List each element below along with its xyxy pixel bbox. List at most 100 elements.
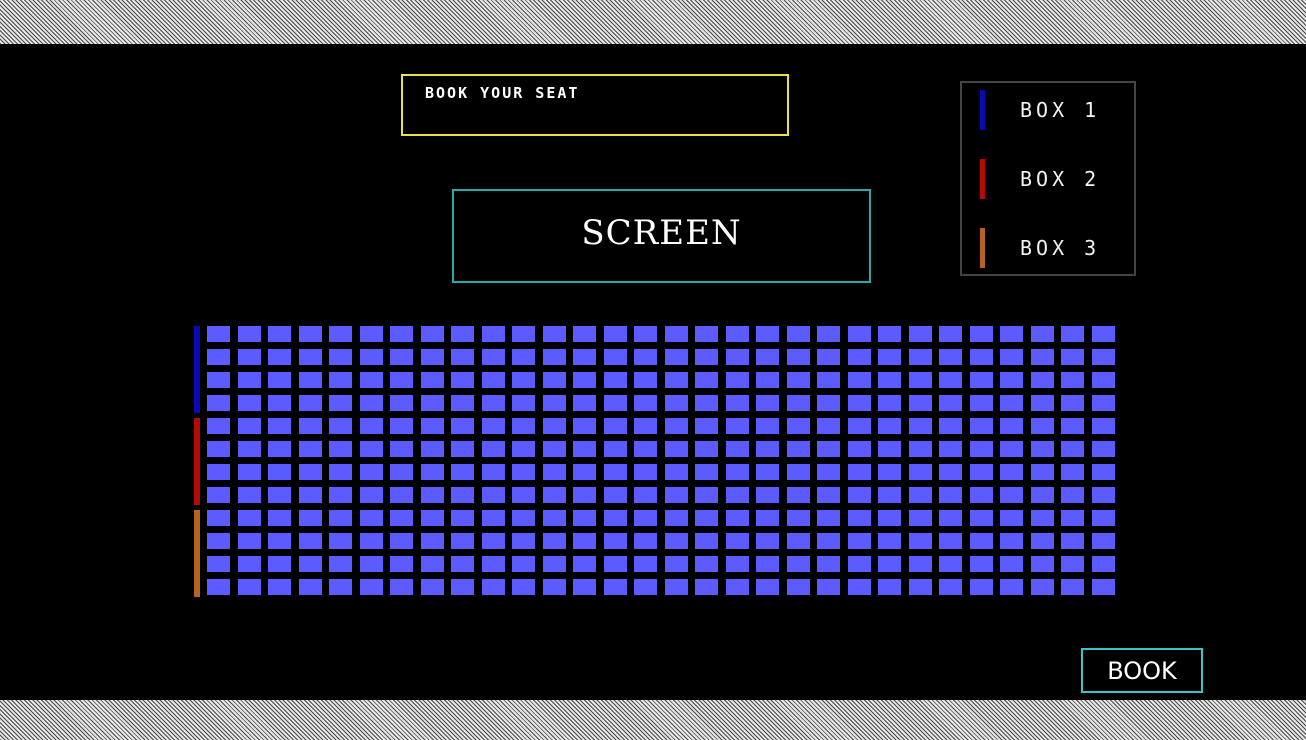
seat[interactable] — [970, 510, 993, 526]
seat[interactable] — [573, 533, 596, 549]
seat[interactable] — [665, 464, 688, 480]
seat[interactable] — [848, 510, 871, 526]
seat[interactable] — [1031, 556, 1054, 572]
seat[interactable] — [268, 464, 291, 480]
seat[interactable] — [512, 395, 535, 411]
seat[interactable] — [543, 326, 566, 342]
seat[interactable] — [207, 372, 230, 388]
seat[interactable] — [268, 556, 291, 572]
seat[interactable] — [573, 372, 596, 388]
seat[interactable] — [665, 487, 688, 503]
seat[interactable] — [604, 441, 627, 457]
seat[interactable] — [787, 372, 810, 388]
seat[interactable] — [1092, 349, 1115, 365]
seat[interactable] — [939, 372, 962, 388]
seat[interactable] — [482, 441, 505, 457]
seat[interactable] — [787, 418, 810, 434]
seat[interactable] — [390, 395, 413, 411]
seat[interactable] — [665, 395, 688, 411]
seat[interactable] — [451, 372, 474, 388]
seat[interactable] — [207, 326, 230, 342]
seat[interactable] — [848, 556, 871, 572]
seat[interactable] — [1031, 441, 1054, 457]
seat[interactable] — [329, 579, 352, 595]
seat[interactable] — [909, 395, 932, 411]
seat[interactable] — [238, 395, 261, 411]
seat[interactable] — [878, 579, 901, 595]
seat[interactable] — [970, 441, 993, 457]
seat[interactable] — [512, 418, 535, 434]
seat[interactable] — [482, 533, 505, 549]
seat[interactable] — [512, 441, 535, 457]
seat[interactable] — [756, 349, 779, 365]
seat[interactable] — [878, 349, 901, 365]
seat[interactable] — [756, 418, 779, 434]
seat[interactable] — [299, 556, 322, 572]
seat[interactable] — [451, 510, 474, 526]
seat[interactable] — [970, 326, 993, 342]
seat[interactable] — [878, 372, 901, 388]
seat[interactable] — [726, 418, 749, 434]
seat[interactable] — [695, 464, 718, 480]
seat[interactable] — [543, 579, 566, 595]
seat[interactable] — [756, 395, 779, 411]
seat[interactable] — [421, 464, 444, 480]
seat[interactable] — [1061, 556, 1084, 572]
seat[interactable] — [1000, 349, 1023, 365]
seat[interactable] — [390, 372, 413, 388]
seat[interactable] — [756, 326, 779, 342]
seat[interactable] — [878, 418, 901, 434]
seat[interactable] — [329, 418, 352, 434]
seat[interactable] — [695, 372, 718, 388]
seat[interactable] — [1061, 441, 1084, 457]
seat[interactable] — [817, 418, 840, 434]
seat[interactable] — [360, 533, 383, 549]
seat[interactable] — [482, 487, 505, 503]
seat[interactable] — [299, 418, 322, 434]
seat[interactable] — [482, 349, 505, 365]
seat[interactable] — [848, 464, 871, 480]
seat[interactable] — [1000, 533, 1023, 549]
seat[interactable] — [787, 487, 810, 503]
seat[interactable] — [634, 556, 657, 572]
seat[interactable] — [817, 326, 840, 342]
seat[interactable] — [268, 418, 291, 434]
seat[interactable] — [848, 533, 871, 549]
seat[interactable] — [817, 487, 840, 503]
seat[interactable] — [573, 326, 596, 342]
seat[interactable] — [695, 556, 718, 572]
seat[interactable] — [268, 510, 291, 526]
seat[interactable] — [573, 556, 596, 572]
seat[interactable] — [512, 487, 535, 503]
seat[interactable] — [360, 464, 383, 480]
seat[interactable] — [604, 464, 627, 480]
seat[interactable] — [512, 326, 535, 342]
seat[interactable] — [1000, 579, 1023, 595]
seat[interactable] — [1092, 487, 1115, 503]
seat[interactable] — [726, 579, 749, 595]
seat[interactable] — [543, 464, 566, 480]
seat[interactable] — [390, 533, 413, 549]
seat[interactable] — [878, 441, 901, 457]
seat[interactable] — [1031, 510, 1054, 526]
seat[interactable] — [634, 510, 657, 526]
seat[interactable] — [543, 441, 566, 457]
seat[interactable] — [299, 533, 322, 549]
seat[interactable] — [695, 418, 718, 434]
seat[interactable] — [207, 510, 230, 526]
seat[interactable] — [573, 349, 596, 365]
seat[interactable] — [421, 556, 444, 572]
seat[interactable] — [726, 349, 749, 365]
seat[interactable] — [848, 579, 871, 595]
seat[interactable] — [756, 487, 779, 503]
seat[interactable] — [299, 372, 322, 388]
seat[interactable] — [604, 372, 627, 388]
seat[interactable] — [878, 395, 901, 411]
seat[interactable] — [360, 372, 383, 388]
seat[interactable] — [360, 556, 383, 572]
seat[interactable] — [787, 395, 810, 411]
seat[interactable] — [787, 579, 810, 595]
seat[interactable] — [451, 464, 474, 480]
seat[interactable] — [268, 395, 291, 411]
seat[interactable] — [970, 349, 993, 365]
